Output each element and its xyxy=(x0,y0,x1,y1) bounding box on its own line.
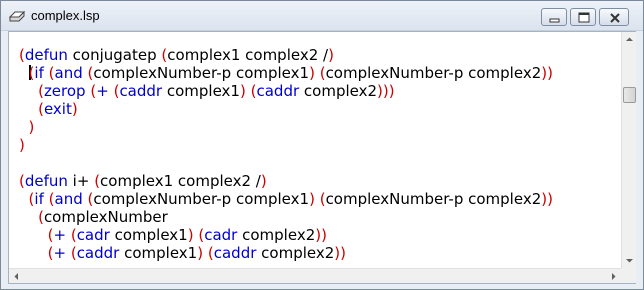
document-icon xyxy=(8,10,26,22)
code-line: (exit) xyxy=(19,100,614,118)
code-text: complex1 xyxy=(162,82,240,100)
code-line: (defun i+ (complex1 complex2 /) xyxy=(19,172,614,190)
code-text: complex2 xyxy=(256,244,335,261)
maximize-icon xyxy=(578,12,590,23)
code-keyword: defun xyxy=(24,46,68,64)
code-keyword: defun xyxy=(24,172,68,190)
code-text: i+ xyxy=(67,172,95,190)
code-text: complex2 xyxy=(237,226,316,244)
vertical-scrollbar[interactable] xyxy=(621,32,636,268)
maximize-button[interactable] xyxy=(570,8,596,26)
minimize-button[interactable] xyxy=(541,8,567,26)
vertical-scroll-thumb[interactable] xyxy=(623,87,636,103)
minimize-icon xyxy=(549,18,560,23)
code-keyword: caddr xyxy=(119,82,163,100)
code-keyword: exit xyxy=(43,100,72,118)
code-line: (complexNumber xyxy=(19,208,614,226)
code-text: complex1 xyxy=(119,244,198,261)
code-line: (if (and (complexNumber-p complex1) (com… xyxy=(19,190,614,208)
code-text: complexNumber xyxy=(43,208,168,226)
code-keyword: and xyxy=(54,190,83,208)
code-text: complexNumber-p complex1 xyxy=(93,64,310,82)
code-line: (if (and (complexNumber-p complex1) (com… xyxy=(19,64,614,82)
close-button[interactable] xyxy=(599,8,629,26)
code-paren: )) xyxy=(541,64,553,82)
code-paren: ) xyxy=(28,118,35,136)
code-paren: )) xyxy=(541,190,553,208)
code-keyword: if xyxy=(34,190,44,208)
code-text: complex1 xyxy=(109,226,188,244)
code-line: (+ (cadr complex1) (cadr complex2)) xyxy=(19,226,614,244)
scroll-down-arrow-icon[interactable] xyxy=(622,253,637,268)
code-paren: ) xyxy=(260,172,267,190)
window-title: complex.lsp xyxy=(31,8,100,23)
code-paren: ) xyxy=(71,100,78,118)
code-keyword: if xyxy=(34,64,44,82)
editor-window: complex.lsp (defun conjugatep (complex1 … xyxy=(0,0,644,290)
code-keyword: cadr xyxy=(76,226,110,244)
code-paren: ) xyxy=(328,46,334,64)
code-keyword: + xyxy=(96,82,109,100)
code-paren: )) xyxy=(315,226,327,244)
code-text: complex1 complex2 / xyxy=(167,46,329,64)
editor-client-area: (defun conjugatep (complex1 complex2 /) … xyxy=(8,31,636,284)
title-bar[interactable]: complex.lsp xyxy=(1,1,643,31)
code-text: complexNumber-p complex2 xyxy=(325,190,542,208)
scroll-right-arrow-icon[interactable] xyxy=(606,269,621,284)
scroll-up-arrow-icon[interactable] xyxy=(622,32,637,47)
code-line: ) xyxy=(19,136,614,154)
code-paren: ) xyxy=(19,136,25,154)
code-keyword: caddr xyxy=(256,82,300,100)
code-line: ) xyxy=(19,118,614,136)
code-text: complexNumber-p complex1 xyxy=(93,190,310,208)
code-keyword: cadr xyxy=(204,226,238,244)
code-text: complex2 xyxy=(299,82,378,100)
code-keyword: and xyxy=(54,64,83,82)
code-line: (+ (caddr complex1) (caddr complex2)) xyxy=(19,244,614,261)
close-icon xyxy=(610,13,620,23)
code-keyword: zerop xyxy=(43,82,86,100)
code-text: conjugatep xyxy=(67,46,162,64)
code-text: complex1 complex2 / xyxy=(100,172,261,190)
code-keyword: caddr xyxy=(213,244,257,261)
code-editor[interactable]: (defun conjugatep (complex1 complex2 /) … xyxy=(19,46,614,261)
code-keyword: + xyxy=(53,244,67,261)
code-text: complexNumber-p complex2 xyxy=(325,64,542,82)
code-keyword: + xyxy=(53,226,67,244)
horizontal-scrollbar[interactable] xyxy=(9,268,621,283)
code-keyword: caddr xyxy=(76,244,120,261)
code-line: (defun conjugatep (complex1 complex2 /) xyxy=(19,46,614,64)
code-line: (zerop (+ (caddr complex1) (caddr comple… xyxy=(19,82,614,100)
code-paren: ))) xyxy=(377,82,395,100)
scroll-left-arrow-icon[interactable] xyxy=(9,269,24,284)
scrollbar-corner xyxy=(621,268,636,283)
code-paren: )) xyxy=(334,244,346,261)
